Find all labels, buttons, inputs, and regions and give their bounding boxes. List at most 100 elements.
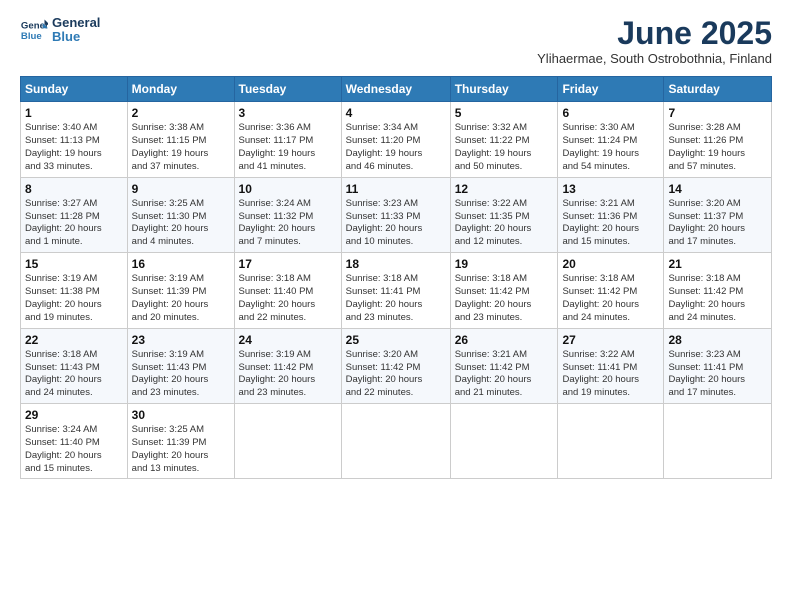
column-header-wednesday: Wednesday — [341, 77, 450, 102]
logo-icon: General Blue — [20, 16, 48, 44]
day-number: 15 — [25, 256, 123, 272]
day-info: Sunset: 11:39 PM — [132, 286, 230, 299]
day-info: Daylight: 20 hours — [455, 374, 554, 387]
day-number: 4 — [346, 105, 446, 121]
calendar-cell: 25Sunrise: 3:20 AMSunset: 11:42 PMDaylig… — [341, 328, 450, 403]
day-info: Daylight: 20 hours — [668, 223, 767, 236]
day-number: 12 — [455, 181, 554, 197]
calendar-cell: 5Sunrise: 3:32 AMSunset: 11:22 PMDayligh… — [450, 102, 558, 177]
day-info: Sunrise: 3:23 AM — [668, 349, 767, 362]
day-info: Sunset: 11:42 PM — [239, 362, 337, 375]
day-info: Sunrise: 3:19 AM — [25, 273, 123, 286]
calendar-cell: 15Sunrise: 3:19 AMSunset: 11:38 PMDaylig… — [21, 253, 128, 328]
day-info: and 23 minutes. — [132, 387, 230, 400]
day-info: Daylight: 20 hours — [455, 223, 554, 236]
logo: General Blue General Blue — [20, 16, 100, 45]
calendar-cell — [450, 403, 558, 478]
day-info: Sunrise: 3:18 AM — [239, 273, 337, 286]
day-info: Sunrise: 3:22 AM — [562, 349, 659, 362]
day-info: Sunrise: 3:30 AM — [562, 122, 659, 135]
day-info: Daylight: 20 hours — [668, 374, 767, 387]
day-number: 14 — [668, 181, 767, 197]
column-header-sunday: Sunday — [21, 77, 128, 102]
day-info: Sunrise: 3:38 AM — [132, 122, 230, 135]
day-info: Daylight: 20 hours — [239, 374, 337, 387]
day-info: Sunset: 11:24 PM — [562, 135, 659, 148]
header: General Blue General Blue June 2025 Ylih… — [20, 16, 772, 66]
day-number: 9 — [132, 181, 230, 197]
day-number: 3 — [239, 105, 337, 121]
day-info: and 37 minutes. — [132, 161, 230, 174]
calendar-cell: 23Sunrise: 3:19 AMSunset: 11:43 PMDaylig… — [127, 328, 234, 403]
calendar-cell: 29Sunrise: 3:24 AMSunset: 11:40 PMDaylig… — [21, 403, 128, 478]
day-number: 26 — [455, 332, 554, 348]
day-info: and 22 minutes. — [346, 387, 446, 400]
day-info: and 23 minutes. — [346, 312, 446, 325]
day-info: Daylight: 20 hours — [132, 374, 230, 387]
day-info: and 19 minutes. — [562, 387, 659, 400]
column-header-monday: Monday — [127, 77, 234, 102]
day-info: Daylight: 20 hours — [25, 223, 123, 236]
day-info: Daylight: 20 hours — [562, 374, 659, 387]
calendar-cell: 26Sunrise: 3:21 AMSunset: 11:42 PMDaylig… — [450, 328, 558, 403]
day-info: Sunrise: 3:25 AM — [132, 198, 230, 211]
calendar-cell: 14Sunrise: 3:20 AMSunset: 11:37 PMDaylig… — [664, 177, 772, 252]
day-info: Sunrise: 3:40 AM — [25, 122, 123, 135]
day-info: Sunset: 11:43 PM — [25, 362, 123, 375]
calendar-cell: 22Sunrise: 3:18 AMSunset: 11:43 PMDaylig… — [21, 328, 128, 403]
day-info: Sunrise: 3:24 AM — [25, 424, 123, 437]
day-info: Sunset: 11:41 PM — [346, 286, 446, 299]
calendar-cell: 12Sunrise: 3:22 AMSunset: 11:35 PMDaylig… — [450, 177, 558, 252]
calendar-cell: 27Sunrise: 3:22 AMSunset: 11:41 PMDaylig… — [558, 328, 664, 403]
day-info: and 21 minutes. — [455, 387, 554, 400]
day-info: Daylight: 20 hours — [25, 299, 123, 312]
day-info: Sunrise: 3:24 AM — [239, 198, 337, 211]
calendar-cell: 2Sunrise: 3:38 AMSunset: 11:15 PMDayligh… — [127, 102, 234, 177]
day-info: Sunset: 11:40 PM — [239, 286, 337, 299]
calendar-cell: 7Sunrise: 3:28 AMSunset: 11:26 PMDayligh… — [664, 102, 772, 177]
day-info: and 33 minutes. — [25, 161, 123, 174]
day-info: Daylight: 20 hours — [668, 299, 767, 312]
calendar-cell — [341, 403, 450, 478]
day-info: Sunset: 11:13 PM — [25, 135, 123, 148]
day-number: 11 — [346, 181, 446, 197]
day-info: Sunset: 11:20 PM — [346, 135, 446, 148]
day-info: Daylight: 20 hours — [132, 299, 230, 312]
day-number: 17 — [239, 256, 337, 272]
calendar-table: SundayMondayTuesdayWednesdayThursdayFrid… — [20, 76, 772, 479]
day-info: Sunset: 11:41 PM — [668, 362, 767, 375]
day-info: Daylight: 20 hours — [132, 223, 230, 236]
column-header-saturday: Saturday — [664, 77, 772, 102]
day-info: and 13 minutes. — [132, 463, 230, 476]
day-info: Sunrise: 3:18 AM — [25, 349, 123, 362]
day-info: and 41 minutes. — [239, 161, 337, 174]
day-info: Sunset: 11:35 PM — [455, 211, 554, 224]
calendar-cell: 3Sunrise: 3:36 AMSunset: 11:17 PMDayligh… — [234, 102, 341, 177]
page: General Blue General Blue June 2025 Ylih… — [0, 0, 792, 612]
day-number: 23 — [132, 332, 230, 348]
day-info: Sunset: 11:17 PM — [239, 135, 337, 148]
day-info: Sunset: 11:42 PM — [668, 286, 767, 299]
day-info: Sunset: 11:43 PM — [132, 362, 230, 375]
calendar-cell: 30Sunrise: 3:25 AMSunset: 11:39 PMDaylig… — [127, 403, 234, 478]
title-block: June 2025 Ylihaermae, South Ostrobothnia… — [537, 16, 772, 66]
day-info: and 22 minutes. — [239, 312, 337, 325]
day-info: and 17 minutes. — [668, 387, 767, 400]
day-info: and 12 minutes. — [455, 236, 554, 249]
day-info: Daylight: 19 hours — [346, 148, 446, 161]
day-info: and 10 minutes. — [346, 236, 446, 249]
day-info: Sunset: 11:15 PM — [132, 135, 230, 148]
day-info: Sunrise: 3:19 AM — [132, 349, 230, 362]
day-info: Sunrise: 3:21 AM — [562, 198, 659, 211]
day-info: Daylight: 20 hours — [132, 450, 230, 463]
day-info: Sunrise: 3:27 AM — [25, 198, 123, 211]
calendar-cell: 9Sunrise: 3:25 AMSunset: 11:30 PMDayligh… — [127, 177, 234, 252]
day-number: 5 — [455, 105, 554, 121]
day-info: Sunset: 11:30 PM — [132, 211, 230, 224]
day-info: Sunrise: 3:28 AM — [668, 122, 767, 135]
day-info: Sunset: 11:42 PM — [455, 362, 554, 375]
day-info: and 54 minutes. — [562, 161, 659, 174]
day-number: 2 — [132, 105, 230, 121]
day-info: Daylight: 20 hours — [239, 299, 337, 312]
day-info: and 23 minutes. — [239, 387, 337, 400]
